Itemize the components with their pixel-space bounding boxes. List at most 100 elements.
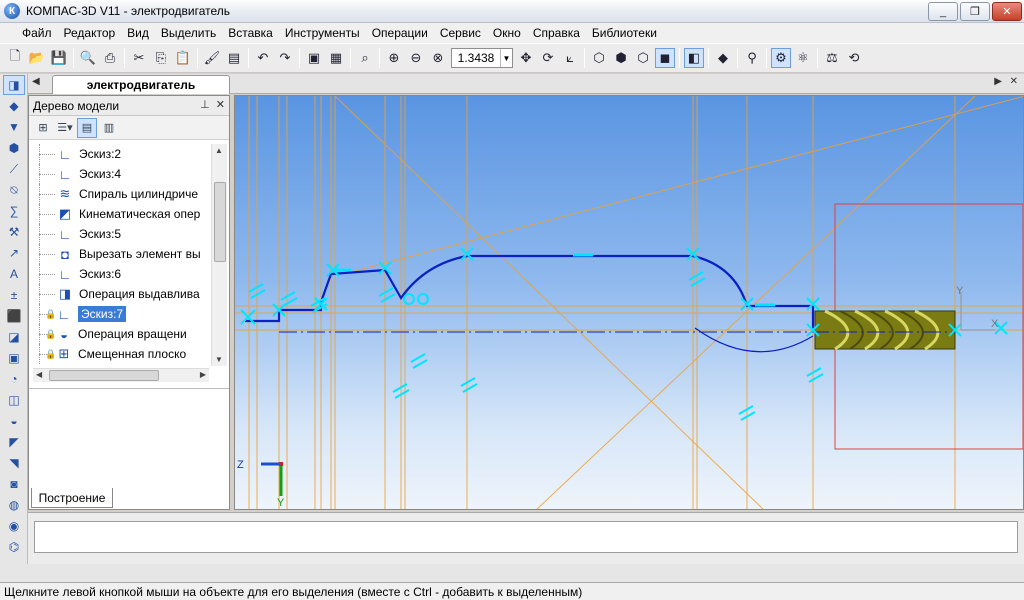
revolve-tool-icon[interactable]: ◪ xyxy=(3,327,25,347)
snap-icon[interactable]: ⚙ xyxy=(771,48,791,68)
tabs-right-arrow-icon[interactable]: ▶ xyxy=(994,76,1002,87)
auxiliary-geometry-icon[interactable]: ⟋ xyxy=(3,159,25,179)
menu-tools[interactable]: Инструменты xyxy=(279,26,366,40)
undo-icon[interactable]: ↶ xyxy=(253,48,273,68)
filters-tool-icon[interactable]: ∑ xyxy=(3,201,25,221)
rebuild-icon[interactable]: ⟲ xyxy=(844,48,864,68)
scroll-thumb[interactable] xyxy=(214,182,226,262)
tree-item[interactable]: ∟ Эскиз:6 xyxy=(33,264,211,284)
scroll-up-icon[interactable]: ▲ xyxy=(215,146,223,155)
shell-tool-icon[interactable]: ◙ xyxy=(3,474,25,494)
tree-item[interactable]: ≋ Спираль цилиндриче xyxy=(33,184,211,204)
editing-details-icon[interactable]: ◨ xyxy=(3,75,25,95)
document-tab[interactable]: электродвигатель xyxy=(52,75,230,94)
menu-insert[interactable]: Вставка xyxy=(222,26,279,40)
loft-tool-icon[interactable]: ◔ xyxy=(3,369,25,389)
tree-filter-icon[interactable]: ☰▾ xyxy=(55,118,75,138)
redo-icon[interactable]: ↷ xyxy=(275,48,295,68)
tree-item[interactable]: ◩ Кинематическая опер xyxy=(33,204,211,224)
menu-file[interactable]: Файл xyxy=(16,26,58,40)
pin-icon[interactable]: ⊥ xyxy=(200,99,210,111)
cut-extrude-tool-icon[interactable]: ◫ xyxy=(3,390,25,410)
cut-revolve-tool-icon[interactable]: ◒ xyxy=(3,411,25,431)
orientation-icon[interactable]: ⟀ xyxy=(560,48,580,68)
property-field[interactable] xyxy=(34,521,1018,553)
menu-service[interactable]: Сервис xyxy=(434,26,487,40)
fillet-tool-icon[interactable]: ◤ xyxy=(3,432,25,452)
copy-icon[interactable]: ⎘ xyxy=(151,48,171,68)
tree-item[interactable]: ∟ Эскиз:5 xyxy=(33,224,211,244)
dimensions-icon[interactable]: ↗ xyxy=(3,243,25,263)
hidden-lines-icon[interactable]: ⬢ xyxy=(611,48,631,68)
filter-icon[interactable]: ⚲ xyxy=(742,48,762,68)
chamfer-tool-icon[interactable]: ◥ xyxy=(3,453,25,473)
tree-view-icon[interactable]: ▤ xyxy=(77,117,97,138)
tree-structure-icon[interactable]: ⊞ xyxy=(33,118,53,138)
properties-icon[interactable]: ▤ xyxy=(224,48,244,68)
tree-item[interactable]: ◨ Операция выдавлива xyxy=(33,284,211,304)
tree-item[interactable]: 🔒 ⊞ Смещенная плоско xyxy=(33,344,211,364)
new-document-icon[interactable]: 🗋 xyxy=(5,48,25,68)
format-brush-icon[interactable]: 🖌 xyxy=(202,48,222,68)
scroll-left-icon[interactable]: ◀ xyxy=(36,370,42,379)
menu-view[interactable]: Вид xyxy=(121,26,155,40)
tree-item[interactable]: ◘ Вырезать элемент вы xyxy=(33,244,211,264)
zoom-out-icon[interactable]: ⊖ xyxy=(406,48,426,68)
tree-item[interactable]: 🔒 ◒ Операция вращени xyxy=(33,324,211,344)
menu-help[interactable]: Справка xyxy=(527,26,586,40)
wireframe-icon[interactable]: ⬡ xyxy=(589,48,609,68)
scroll-down-icon[interactable]: ▼ xyxy=(215,355,223,364)
pan-icon[interactable]: ✥ xyxy=(516,48,536,68)
zoom-in-icon[interactable]: ⊕ xyxy=(384,48,404,68)
measure-tool-icon[interactable]: ⍉ xyxy=(3,180,25,200)
tree-item[interactable]: ∟ Эскиз:2 xyxy=(33,144,211,164)
sweep-tool-icon[interactable]: ▣ xyxy=(3,348,25,368)
constraints-icon[interactable]: ± xyxy=(3,285,25,305)
arrays-icon[interactable]: ⬢ xyxy=(3,138,25,158)
zoom-scale-icon[interactable]: ⊗ xyxy=(428,48,448,68)
tree-list-icon[interactable]: ▥ xyxy=(99,118,119,138)
measure-icon[interactable]: ⚖ xyxy=(822,48,842,68)
symbols-icon[interactable]: A xyxy=(3,264,25,284)
thread-tool-icon[interactable]: ⌬ xyxy=(3,537,25,557)
manager-icon[interactable]: ▣ xyxy=(304,48,324,68)
panel-close-icon[interactable]: ✕ xyxy=(216,99,225,111)
cut-icon[interactable]: ✂ xyxy=(129,48,149,68)
menu-operations[interactable]: Операции xyxy=(366,26,434,40)
tab-construction[interactable]: Построение xyxy=(31,488,113,508)
surfaces-icon[interactable]: ▼ xyxy=(3,117,25,137)
menu-libraries[interactable]: Библиотеки xyxy=(586,26,663,40)
print-preview-icon[interactable]: 🔍 xyxy=(78,48,98,68)
chevron-down-icon[interactable]: ▼ xyxy=(500,49,512,67)
libraries-icon[interactable]: ▦ xyxy=(326,48,346,68)
close-button[interactable]: ✕ xyxy=(992,2,1022,21)
rotate-icon[interactable]: ⟳ xyxy=(538,48,558,68)
tree-horizontal-scrollbar[interactable]: ◀ ▶ xyxy=(33,368,209,382)
model-viewport[interactable]: Z Y Y X xyxy=(234,95,1024,510)
extrude-tool-icon[interactable]: ⬛ xyxy=(3,306,25,326)
tabs-close-icon[interactable]: ✕ xyxy=(1010,76,1018,87)
hole-tool-icon[interactable]: ◉ xyxy=(3,516,25,536)
tree-item-selected[interactable]: 🔒 ∟ Эскиз:7 xyxy=(33,304,211,324)
sheet-metal-icon[interactable]: ⚒ xyxy=(3,222,25,242)
perspective-icon[interactable]: ◆ xyxy=(713,48,733,68)
tree-item[interactable]: ∟ Эскиз:4 xyxy=(33,164,211,184)
tree-vertical-scrollbar[interactable]: ▲ ▼ xyxy=(211,144,227,366)
tabs-left-arrow-icon[interactable]: ◀ xyxy=(32,76,40,87)
paste-icon[interactable]: 📋 xyxy=(173,48,193,68)
zoom-combo[interactable]: ▼ xyxy=(451,48,513,68)
minimize-button[interactable]: _ xyxy=(928,2,958,21)
menu-select[interactable]: Выделить xyxy=(155,26,222,40)
restore-button[interactable]: ❐ xyxy=(960,2,990,21)
save-icon[interactable]: 💾 xyxy=(49,48,69,68)
thin-lines-icon[interactable]: ⬡ xyxy=(633,48,653,68)
scroll-thumb[interactable] xyxy=(49,370,159,381)
variables-icon[interactable]: ⚛ xyxy=(793,48,813,68)
zoom-window-icon[interactable]: ⌕ xyxy=(355,48,375,68)
zoom-input[interactable] xyxy=(452,49,500,67)
menu-editor[interactable]: Редактор xyxy=(58,26,122,40)
shaded-edges-icon[interactable]: ◧ xyxy=(684,48,704,68)
open-folder-icon[interactable]: 📂 xyxy=(27,48,47,68)
rib-tool-icon[interactable]: ◍ xyxy=(3,495,25,515)
spatial-curves-icon[interactable]: ◆ xyxy=(3,96,25,116)
